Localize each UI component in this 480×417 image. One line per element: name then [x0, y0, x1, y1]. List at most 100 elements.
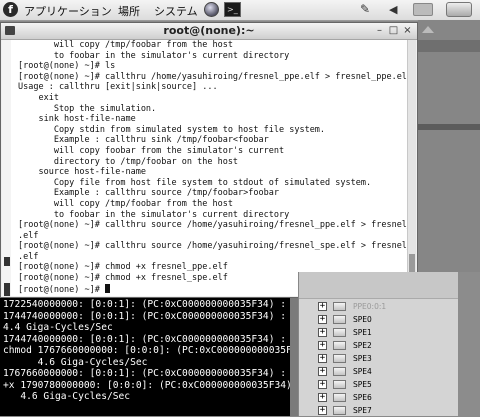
tree-item-label: SPE5 — [353, 380, 372, 389]
expand-icon[interactable]: + — [318, 302, 327, 311]
terminal-line: to foobar in the simulator's current dir… — [18, 209, 290, 220]
folder-icon — [333, 328, 346, 337]
network-icon[interactable] — [413, 3, 433, 16]
web-browser-icon[interactable] — [204, 2, 219, 17]
gutter-mark — [4, 257, 10, 266]
desktop-background — [458, 272, 480, 416]
terminal-gutter — [2, 40, 11, 296]
tree-item-label: SPE1 — [353, 328, 372, 337]
tree-item[interactable]: + SPE6 — [318, 391, 468, 404]
terminal-text: will copy /tmp/foobar from the host to f… — [11, 40, 407, 295]
terminal-launcher-icon[interactable]: >_ — [224, 2, 241, 17]
terminal-line: Stop the simulation. — [18, 103, 157, 114]
window-edge — [418, 40, 480, 52]
tree-item-label: SPE6 — [353, 393, 372, 402]
terminal-line: will copy foobar from the simulator's cu… — [18, 145, 285, 156]
terminal-line: [root@(none) ~]# chmod +x fresnel_spe.el… — [18, 273, 228, 284]
menu-applications[interactable]: アプリケーション — [24, 3, 112, 19]
console-line: 1722540000000: [0:0:1]: (PC:0xC000000000… — [3, 299, 287, 310]
terminal-window[interactable]: root@(none):~ – □ × will copy /tmp/fooba… — [0, 22, 418, 298]
notification-icon[interactable] — [446, 2, 472, 17]
tree-item[interactable]: + SPE3 — [318, 352, 468, 365]
volume-icon[interactable]: ◀ — [389, 3, 404, 16]
folder-icon — [333, 354, 346, 363]
console-line: 4.4 Giga-Cycles/Sec — [3, 322, 113, 334]
folder-icon — [333, 380, 346, 389]
expand-icon[interactable]: + — [318, 380, 327, 389]
terminal-output[interactable]: will copy /tmp/foobar from the host to f… — [11, 40, 407, 296]
console-line: 4.6 Giga-Cycles/Sec — [3, 391, 131, 403]
top-panel: f アプリケーション 場所 システム >_ ✎ ◀ — [0, 0, 480, 21]
tree-item[interactable]: + SPE0 — [318, 313, 468, 326]
console-line: +x 1790780000000: [0:0:0]: (PC:0xC000000… — [3, 379, 290, 391]
terminal-titlebar[interactable]: root@(none):~ – □ × — [1, 23, 417, 40]
simulator-console[interactable]: 1722540000000: [0:0:1]: (PC:0xC000000000… — [0, 298, 290, 416]
terminal-line: sink host-file-name — [18, 114, 136, 125]
tree-item[interactable]: + SPE5 — [318, 378, 468, 391]
console-line: 4.6 Giga-Cycles/Sec — [3, 356, 148, 368]
fedora-logo-icon[interactable]: f — [3, 2, 18, 17]
menu-places[interactable]: 場所 — [118, 3, 140, 19]
tree-item-label: SPE7 — [353, 406, 372, 415]
terminal-line: .elf — [18, 230, 39, 241]
terminal-line: exit — [18, 92, 59, 103]
terminal-line: Example : callthru source /tmp/foobar>fo… — [18, 188, 279, 199]
window-edge — [418, 124, 480, 130]
terminal-line: [root@(none) ~]# — [18, 284, 105, 295]
expand-icon[interactable]: + — [318, 393, 327, 402]
folder-icon — [333, 302, 346, 311]
spe-tree: + PPE0:0:1 + SPE0 + SPE1 + SPE2 + SPE3 + SPE4 + SPE5 +… — [318, 300, 468, 417]
terminal-line: Copy stdin from simulated system to host… — [18, 124, 326, 135]
terminal-line: Copy file from host file system to stdou… — [18, 177, 372, 188]
tree-item[interactable]: + SPE7 — [318, 404, 468, 417]
gutter-mark — [4, 283, 10, 296]
terminal-line: [root@(none) ~]# chmod +x fresnel_ppe.el… — [18, 262, 228, 273]
expand-icon[interactable]: + — [318, 315, 327, 324]
desktop-background — [290, 298, 298, 416]
spe-tree-panel: + PPE0:0:1 + SPE0 + SPE1 + SPE2 + SPE3 + SPE4 + SPE5 +… — [298, 272, 480, 416]
text-cursor — [105, 283, 110, 293]
expand-icon[interactable]: + — [318, 367, 327, 376]
terminal-line: [root@(none) ~]# callthru source /home/y… — [18, 220, 407, 231]
tree-item-label: PPE0:0:1 — [353, 302, 387, 311]
close-icon[interactable]: × — [402, 25, 413, 36]
tree-item-label: SPE0 — [353, 315, 372, 324]
terminal-title: root@(none):~ — [163, 24, 255, 37]
console-line: 1767660000000: [0:0:1]: (PC:0xC000000000… — [3, 368, 287, 380]
expand-icon[interactable]: + — [318, 354, 327, 363]
terminal-scrollbar[interactable] — [407, 40, 416, 296]
desktop-background — [418, 20, 480, 272]
tree-item-label: SPE3 — [353, 354, 372, 363]
scroll-up-icon[interactable] — [422, 26, 434, 33]
tree-item-label: SPE2 — [353, 341, 372, 350]
edit-icon[interactable]: ✎ — [360, 3, 377, 16]
terminal-line: will copy /tmp/foobar from the host — [18, 40, 233, 50]
tree-item[interactable]: + SPE1 — [318, 326, 468, 339]
console-line: 1744740000000: [0:0:1]: (PC:0xC000000000… — [3, 333, 287, 345]
folder-icon — [333, 406, 346, 415]
simulator-console-text: 1722540000000: [0:0:1]: (PC:0xC000000000… — [0, 298, 290, 403]
maximize-icon[interactable]: □ — [388, 25, 399, 36]
terminal-line: directory to /tmp/foobar on the host — [18, 156, 239, 167]
terminal-line: [root@(none) ~]# callthru /home/yasuhiro… — [18, 71, 407, 82]
menu-system[interactable]: システム — [154, 3, 198, 19]
terminal-line: to foobar in the simulator's current dir… — [18, 50, 290, 61]
expand-icon[interactable]: + — [318, 328, 327, 337]
terminal-line: Usage : callthru [exit|sink|source] ... — [18, 82, 218, 93]
tree-item[interactable]: + SPE2 — [318, 339, 468, 352]
folder-icon — [333, 367, 346, 376]
tree-item-label: SPE4 — [353, 367, 372, 376]
terminal-line: .elf — [18, 251, 39, 262]
expand-icon[interactable]: + — [318, 341, 327, 350]
console-line: chmod 1767660000000: [0:0:0]: (PC:0xC000… — [3, 345, 290, 357]
tree-item[interactable]: + SPE4 — [318, 365, 468, 378]
minimize-icon[interactable]: – — [374, 25, 385, 36]
folder-icon — [333, 393, 346, 402]
terminal-line: will copy /tmp/foobar from the host — [18, 198, 233, 209]
terminal-line: [root@(none) ~]# ls — [18, 61, 116, 72]
terminal-line: [root@(none) ~]# callthru source /home/y… — [18, 241, 407, 252]
tree-item[interactable]: + PPE0:0:1 — [318, 300, 468, 313]
folder-icon — [333, 341, 346, 350]
console-line: 1744740000000: [0:0:1]: (PC:0xC000000000… — [3, 310, 287, 322]
expand-icon[interactable]: + — [318, 406, 327, 415]
